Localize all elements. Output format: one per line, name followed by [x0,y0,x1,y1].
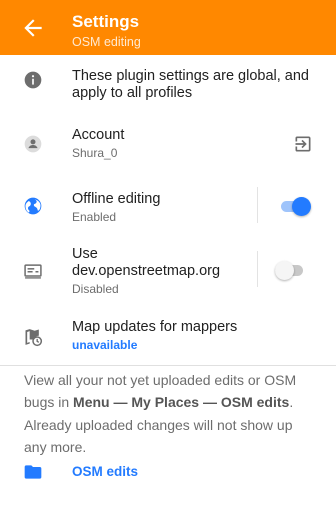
logout-icon[interactable] [293,134,313,154]
page-subtitle: OSM editing [72,35,141,49]
dev-server-toggle[interactable] [275,260,305,280]
dev-server-title-line1: Use [72,246,98,262]
dev-server-title-line2: dev.openstreetmap.org [72,263,221,279]
globe-icon [23,196,43,216]
person-icon [23,134,43,154]
offline-editing-status: Enabled [72,210,117,224]
info-text-line1: These plugin settings are global, and [72,68,309,84]
section-divider [0,365,336,366]
map-updates-status[interactable]: unavailable [72,338,137,352]
map-updates-title: Map updates for mappers [72,319,238,335]
server-icon [23,261,43,281]
offline-editing-toggle[interactable] [281,196,311,216]
dev-server-status: Disabled [72,282,119,296]
divider [257,187,258,223]
map-update-icon [23,327,43,347]
info-text-line2: apply to all profiles [72,85,193,101]
account-title: Account [72,127,125,143]
page-title: Settings [72,12,140,31]
osm-edits-description: View all your not yet uploaded edits or … [24,369,314,458]
osm-edits-label[interactable]: OSM edits [72,464,138,480]
description-menu-path: Menu — My Places — OSM edits [73,394,290,411]
info-icon [23,70,43,90]
account-value: Shura_0 [72,146,118,160]
divider [257,251,258,287]
app-bar: Settings OSM editing [0,0,336,55]
arrow-left-icon[interactable] [20,15,46,41]
folder-icon [23,462,43,482]
offline-editing-title: Offline editing [72,191,161,207]
